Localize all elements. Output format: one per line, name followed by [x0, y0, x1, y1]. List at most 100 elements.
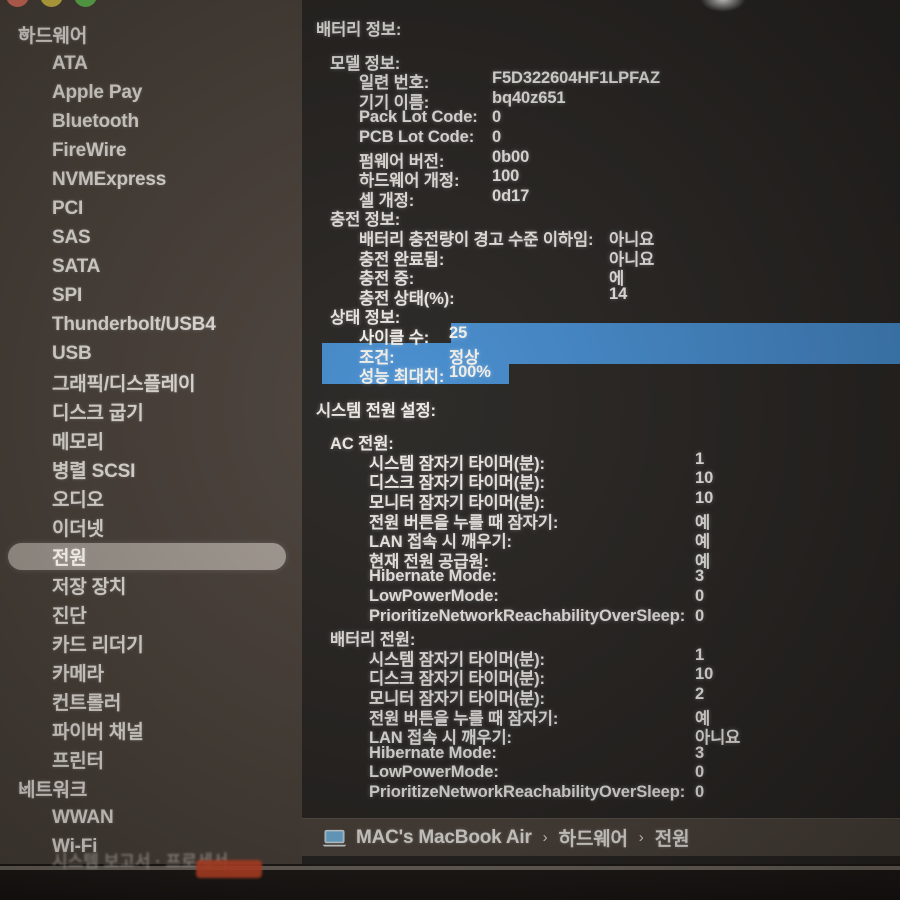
- report-value: 3: [695, 567, 705, 586]
- sidebar-item-label: 이더넷: [52, 519, 104, 540]
- report-line: PCB Lot Code: 0: [302, 128, 900, 148]
- sidebar-item-label: 오디오: [52, 490, 104, 511]
- sidebar-item-[interactable]: 진단: [0, 600, 302, 629]
- report-line: 모델 정보:: [302, 50, 900, 73]
- report-label: PrioritizeNetworkReachabilityOverSleep:: [369, 782, 686, 801]
- sidebar-item-[interactable]: 그래픽/디스플레이: [0, 368, 302, 397]
- report-value: 1: [695, 449, 705, 468]
- breadcrumb: MAC's MacBook Air › 하드웨어 › 전원: [302, 818, 900, 856]
- report-value: bq40z651: [492, 88, 566, 107]
- report-line[interactable]: 조건: 정상: [302, 344, 900, 367]
- sidebar-item-bluetooth[interactable]: Bluetooth: [0, 107, 302, 136]
- sidebar-item-firewire[interactable]: FireWire: [0, 136, 302, 165]
- sidebar-item-label: 파이버 채널: [52, 722, 144, 743]
- chevron-down-icon[interactable]: [18, 781, 31, 794]
- sidebar-item-label: ATA: [52, 52, 88, 74]
- sidebar-item-[interactable]: 컨트롤러: [0, 687, 302, 716]
- sidebar-item-label: 카메라: [52, 664, 104, 685]
- report-value: 0: [695, 782, 705, 801]
- report-line: 하드웨어 개정: 100: [302, 167, 900, 190]
- report-line: AC 전원:: [302, 430, 900, 453]
- photo-of-screen: 하드웨어 ATA Apple Pay Bluetooth FireWire NVMExpr…: [0, 0, 900, 900]
- sidebar-item-label: SATA: [52, 255, 101, 277]
- sidebar-item-usb[interactable]: USB: [0, 339, 302, 368]
- sidebar-group-1[interactable]: 네트워크: [0, 774, 302, 803]
- report-line: PrioritizeNetworkReachabilityOverSleep: 0: [302, 607, 900, 627]
- sidebar-item-label: NVMExpress: [52, 168, 167, 190]
- sidebar-group-0[interactable]: 하드웨어: [0, 20, 302, 49]
- sidebar-item-ata[interactable]: ATA: [0, 49, 302, 78]
- sidebar-item-spi[interactable]: SPI: [0, 281, 302, 310]
- report-line: 디스크 잠자기 타이머(분): 10: [302, 469, 900, 492]
- breadcrumb-part-1[interactable]: 하드웨어: [559, 824, 628, 851]
- sidebar-item-[interactable]: 카메라: [0, 658, 302, 687]
- sidebar-item-label: SAS: [52, 226, 91, 248]
- sidebar-item-label: 진단: [52, 606, 87, 627]
- zoom-button[interactable]: [74, 0, 97, 7]
- sidebar-item-[interactable]: 디스크 굽기: [0, 397, 302, 426]
- report-value: 1: [695, 645, 705, 664]
- sidebar-item-sas[interactable]: SAS: [0, 223, 302, 252]
- report-line[interactable]: 성능 최대치: 100%: [302, 363, 900, 386]
- report-value: 0: [492, 127, 502, 146]
- sidebar-item-label: 그래픽/디스플레이: [52, 374, 196, 395]
- sidebar-item-scsi[interactable]: 병렬 SCSI: [0, 455, 302, 484]
- report-value: 14: [609, 284, 628, 303]
- report-label: 성능 최대치:: [359, 368, 445, 387]
- report-value: 2: [695, 685, 705, 703]
- report-line: 일련 번호: F5D322604HF1LPFAZ: [302, 69, 900, 92]
- report-label: LowPowerMode:: [369, 587, 499, 606]
- report-line: PrioritizeNetworkReachabilityOverSleep: 0: [302, 783, 900, 803]
- sidebar-item-[interactable]: 카드 리더기: [0, 629, 302, 658]
- sidebar-item-sata[interactable]: SATA: [0, 252, 302, 281]
- report-line[interactable]: 사이클 수: 25: [302, 323, 900, 347]
- breadcrumb-part-0[interactable]: MAC's MacBook Air: [356, 827, 532, 849]
- report-line: 충전 완료됨: 아니요: [302, 246, 900, 269]
- cut-off-badge: [196, 860, 262, 878]
- chevron-down-icon[interactable]: [18, 27, 31, 40]
- system-information-window: 하드웨어 ATA Apple Pay Bluetooth FireWire NVMExpr…: [0, 0, 900, 870]
- report-line: 디스크 잠자기 타이머(분): 10: [302, 665, 900, 688]
- sidebar-item-thunderbolt-usb4[interactable]: Thunderbolt/USB4: [0, 310, 302, 339]
- sidebar-item-[interactable]: 파이버 채널: [0, 716, 302, 745]
- report-line: Hibernate Mode: 3: [302, 744, 900, 764]
- sidebar-item-label: 병렬 SCSI: [52, 461, 136, 482]
- breadcrumb-part-2[interactable]: 전원: [655, 824, 690, 851]
- sidebar-item-nvmexpress[interactable]: NVMExpress: [0, 165, 302, 194]
- window-traffic-lights[interactable]: [6, 0, 97, 7]
- sidebar-item-label: SPI: [52, 284, 83, 306]
- report-line: 상태 정보:: [302, 304, 900, 327]
- sidebar-item-wwan[interactable]: WWAN: [0, 803, 302, 832]
- sidebar-item-label: Thunderbolt/USB4: [52, 313, 216, 335]
- report-line: 충전 중: 에: [302, 265, 900, 288]
- sidebar-item-[interactable]: 메모리: [0, 426, 302, 455]
- sidebar-item-label: USB: [52, 342, 92, 364]
- sidebar-item-apple-pay[interactable]: Apple Pay: [0, 78, 302, 107]
- close-button[interactable]: [6, 0, 29, 7]
- sidebar-item-pci[interactable]: PCI: [0, 194, 302, 223]
- breadcrumb-separator-0: ›: [542, 829, 548, 846]
- minimize-button[interactable]: [40, 0, 63, 7]
- sidebar-item-[interactable]: 전원: [0, 542, 302, 571]
- report-line: 모니터 잠자기 타이머(분): 10: [302, 489, 900, 512]
- sidebar-item-[interactable]: 프린터: [0, 745, 302, 774]
- report-label: PrioritizeNetworkReachabilityOverSleep:: [369, 606, 686, 625]
- sidebar-item-label: 컨트롤러: [52, 693, 122, 714]
- report-value: 10: [695, 489, 714, 508]
- sidebar-item-[interactable]: 이더넷: [0, 513, 302, 542]
- sidebar-item-[interactable]: 저장 장치: [0, 571, 302, 600]
- report-line: 전원 버튼을 누를 때 잠자기: 예: [302, 705, 900, 728]
- sidebar-item-[interactable]: 오디오: [0, 484, 302, 513]
- report-value: 25: [449, 323, 468, 342]
- report-line: 펌웨어 버전: 0b00: [302, 148, 900, 171]
- report-line: 전원 버튼을 누를 때 잠자기: 예: [302, 509, 900, 532]
- report-value: 10: [695, 469, 714, 488]
- sidebar-item-label: 전원: [52, 548, 87, 569]
- sidebar-list: 하드웨어 ATA Apple Pay Bluetooth FireWire NVMExpr…: [0, 16, 302, 870]
- report-line: LowPowerMode: 0: [302, 587, 900, 607]
- sidebar-item-label: PCI: [52, 197, 84, 219]
- sidebar-item-label: WWAN: [52, 806, 114, 828]
- report-value: 0: [695, 763, 705, 782]
- report-value: 100: [492, 167, 520, 186]
- report-label: PCB Lot Code:: [359, 127, 475, 146]
